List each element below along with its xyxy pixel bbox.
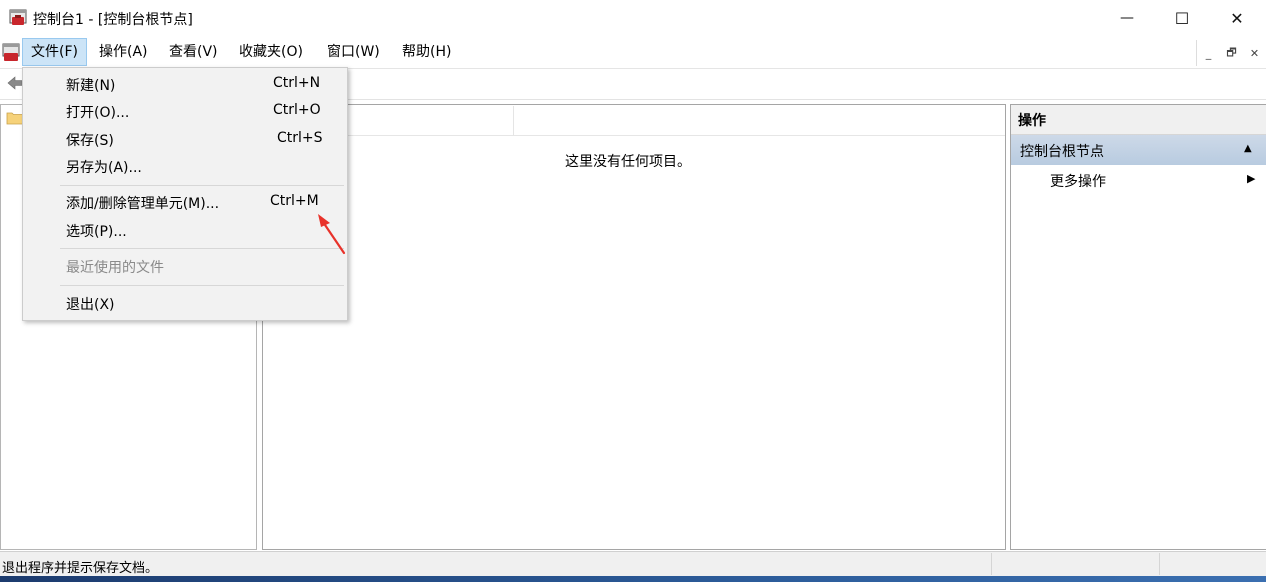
status-divider — [1159, 553, 1160, 575]
annotation-arrow-icon — [318, 214, 346, 255]
menu-window[interactable]: 窗口(W) — [319, 38, 388, 66]
column-header — [263, 105, 1005, 136]
minimize-icon: — — [1120, 10, 1134, 26]
menu-action[interactable]: 操作(A) — [91, 38, 156, 66]
taskbar-strip — [0, 576, 1266, 582]
close-button[interactable]: ✕ — [1214, 0, 1260, 36]
minimize-button[interactable]: — — [1104, 0, 1150, 36]
menu-item-recent-files: 最近使用的文件 — [66, 260, 164, 276]
menu-separator — [60, 248, 344, 249]
close-icon: ✕ — [1230, 8, 1244, 28]
status-text: 退出程序并提示保存文档。 — [2, 561, 159, 576]
window-title: 控制台1 - [控制台根节点] — [33, 12, 193, 28]
shortcut-add-remove-snapin: Ctrl+M — [270, 193, 319, 209]
menu-item-open[interactable]: 打开(O)... — [66, 102, 129, 122]
shortcut-new: Ctrl+N — [273, 75, 321, 91]
menu-item-exit[interactable]: 退出(X) — [66, 294, 115, 314]
menu-item-save[interactable]: 保存(S) — [66, 130, 114, 150]
maximize-icon: ☐ — [1174, 8, 1190, 28]
submenu-arrow-icon: ▶ — [1247, 172, 1256, 185]
mdi-close-button[interactable]: ✕ — [1243, 40, 1266, 66]
mdi-controls: _ 🗗 ✕ — [1196, 40, 1266, 66]
menu-favorites[interactable]: 收藏夹(O) — [231, 38, 311, 66]
menu-file[interactable]: 文件(F) — [22, 38, 87, 66]
menu-item-add-remove-snapin[interactable]: 添加/删除管理单元(M)... — [66, 193, 219, 213]
shortcut-open: Ctrl+O — [273, 102, 321, 118]
mdi-restore-button[interactable]: 🗗 — [1220, 40, 1243, 66]
system-menu-icon[interactable] — [2, 42, 20, 62]
status-bar — [0, 551, 1266, 577]
actions-title: 操作 — [1018, 113, 1046, 129]
menu-item-options[interactable]: 选项(P)... — [66, 221, 127, 241]
actions-pane — [1010, 104, 1266, 550]
empty-list-message: 这里没有任何项目。 — [565, 154, 691, 170]
maximize-button[interactable]: ☐ — [1159, 0, 1205, 36]
actions-group-label: 控制台根节点 — [1020, 144, 1104, 160]
menu-help[interactable]: 帮助(H) — [394, 38, 459, 66]
status-divider — [991, 553, 992, 575]
menu-item-save-as[interactable]: 另存为(A)... — [66, 157, 142, 177]
collapse-up-icon[interactable]: ▲ — [1244, 143, 1252, 154]
actions-header — [1011, 105, 1266, 135]
mdi-minimize-button[interactable]: _ — [1197, 40, 1220, 66]
mmc-app-icon[interactable] — [9, 8, 27, 26]
more-actions-item[interactable]: 更多操作 — [1050, 171, 1106, 191]
menu-item-new[interactable]: 新建(N) — [66, 75, 115, 95]
column-divider[interactable] — [513, 106, 514, 136]
menu-separator — [60, 285, 344, 286]
menu-view[interactable]: 查看(V) — [161, 38, 226, 66]
menu-separator — [60, 185, 344, 186]
shortcut-save: Ctrl+S — [277, 130, 323, 146]
